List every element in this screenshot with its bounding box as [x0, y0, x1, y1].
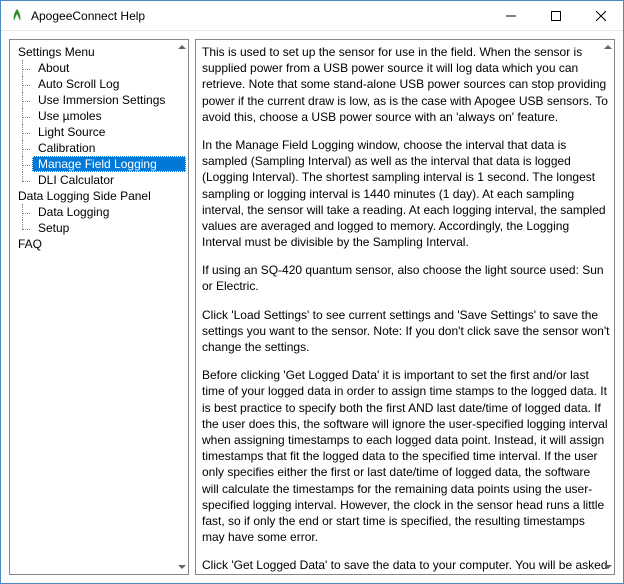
nav-item-setup[interactable]: Setup — [12, 220, 186, 236]
content-panel: This is used to set up the sensor for us… — [195, 39, 615, 575]
nav-item-manage-field-logging[interactable]: Manage Field Logging — [12, 156, 186, 172]
window-title: ApogeeConnect Help — [31, 9, 488, 23]
content-paragraph: Click 'Get Logged Data' to save the data… — [202, 557, 610, 575]
navigation-panel: Settings Menu About Auto Scroll Log Use … — [9, 39, 189, 575]
nav-group-label: Data Logging Side Panel — [12, 188, 186, 204]
content-area: Settings Menu About Auto Scroll Log Use … — [1, 31, 623, 583]
content-paragraph: This is used to set up the sensor for us… — [202, 44, 610, 125]
content-paragraph: If using an SQ-420 quantum sensor, also … — [202, 262, 610, 294]
nav-item-about[interactable]: About — [12, 60, 186, 76]
nav-item-use-umoles[interactable]: Use µmoles — [12, 108, 186, 124]
nav-item-data-logging[interactable]: Data Logging — [12, 204, 186, 220]
titlebar: ApogeeConnect Help — [1, 1, 623, 31]
help-window: ApogeeConnect Help Settings Menu About A… — [0, 0, 624, 584]
app-icon — [9, 8, 25, 24]
nav-group-label: Settings Menu — [12, 44, 186, 60]
close-button[interactable] — [578, 1, 623, 31]
nav-group-settings-menu[interactable]: Settings Menu About Auto Scroll Log Use … — [12, 44, 186, 188]
window-controls — [488, 1, 623, 30]
maximize-button[interactable] — [533, 1, 578, 31]
help-content: This is used to set up the sensor for us… — [202, 44, 610, 575]
nav-group-data-logging-side-panel[interactable]: Data Logging Side Panel Data Logging Set… — [12, 188, 186, 236]
minimize-button[interactable] — [488, 1, 533, 31]
content-paragraph: Before clicking 'Get Logged Data' it is … — [202, 367, 610, 545]
nav-group-label: FAQ — [12, 236, 186, 252]
nav-item-use-immersion-settings[interactable]: Use Immersion Settings — [12, 92, 186, 108]
scroll-down-icon — [178, 565, 186, 569]
nav-item-faq[interactable]: FAQ — [12, 236, 186, 252]
content-paragraph: In the Manage Field Logging window, choo… — [202, 137, 610, 250]
nav-tree: Settings Menu About Auto Scroll Log Use … — [12, 44, 186, 252]
nav-item-dli-calculator[interactable]: DLI Calculator — [12, 172, 186, 188]
content-paragraph: Click 'Load Settings' to see current set… — [202, 307, 610, 356]
nav-item-light-source[interactable]: Light Source — [12, 124, 186, 140]
nav-item-auto-scroll-log[interactable]: Auto Scroll Log — [12, 76, 186, 92]
nav-item-calibration[interactable]: Calibration — [12, 140, 186, 156]
